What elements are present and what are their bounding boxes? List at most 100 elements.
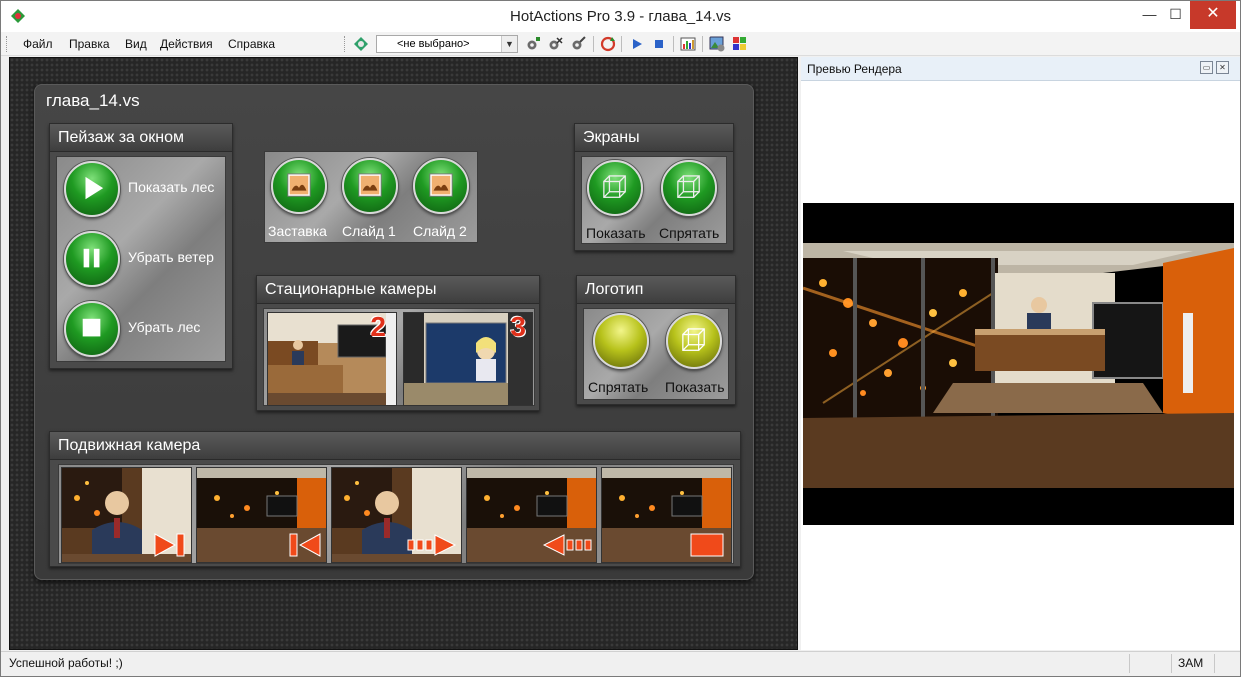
show-forest-label: Показать лес <box>128 179 215 195</box>
camera-number-badge: 2 <box>370 312 386 342</box>
scene-workspace: глава_14.vs Пейзаж за окном Показать лес… <box>9 57 798 650</box>
stop-icon <box>82 318 101 337</box>
show-screens-button[interactable] <box>587 160 643 216</box>
preview-title: Превью Рендера <box>807 62 902 76</box>
close-button[interactable]: ✕ <box>1190 1 1236 29</box>
minimize-button[interactable]: — <box>1135 1 1164 29</box>
status-message: Успешной работы! ;) <box>9 656 123 670</box>
window-title: HotActions Pro 3.9 - глава_14.vs <box>510 8 731 25</box>
status-divider <box>1129 654 1130 673</box>
studio-render <box>803 203 1234 525</box>
move-forward-icon <box>407 534 457 556</box>
splash-slide-label: Заставка <box>268 223 327 239</box>
group-header: Подвижная камера <box>50 432 740 460</box>
stop-icon[interactable] <box>651 36 667 52</box>
title-bar: HotActions Pro 3.9 - глава_14.vs — ☐ ✕ <box>1 1 1240 32</box>
image-icon <box>287 173 311 197</box>
status-caps-indicator: ЗАМ <box>1178 656 1204 670</box>
remove-forest-button[interactable] <box>64 301 120 357</box>
group-title: Логотип <box>585 281 644 298</box>
menu-toolbar-strip: Файл Правка Вид Действия Справка <не выб… <box>1 32 1240 56</box>
play-forward-icon <box>154 533 185 557</box>
splash-slide-button[interactable] <box>271 158 327 214</box>
toolbar-separator <box>673 36 674 52</box>
chart-icon[interactable] <box>680 36 696 52</box>
play-icon <box>85 176 104 200</box>
document-title: глава_14.vs <box>46 91 140 110</box>
camera-2-button[interactable]: 2 <box>267 312 397 406</box>
toolbar-separator <box>621 36 622 52</box>
group-header: Экраны <box>575 124 733 152</box>
status-bar: Успешной работы! ;) ЗАМ <box>1 651 1240 676</box>
image-icon <box>429 173 453 197</box>
skip-back-icon <box>289 533 321 557</box>
refresh-icon[interactable] <box>600 36 616 52</box>
scene-select[interactable]: <не выбрано> ▼ <box>376 35 518 53</box>
camera-number-badge: 3 <box>510 312 526 342</box>
restore-icon[interactable]: ▭ <box>1200 61 1213 74</box>
document-panel: глава_14.vs Пейзаж за окном Показать лес… <box>34 84 754 580</box>
camera-3-button[interactable]: 3 <box>403 312 533 406</box>
slide-2-button[interactable] <box>413 158 469 214</box>
camera-shot-4-button[interactable] <box>466 467 597 563</box>
group-title: Стационарные камеры <box>265 281 437 298</box>
slide-1-button[interactable] <box>342 158 398 214</box>
group-title: Подвижная камера <box>58 437 201 454</box>
remove-wind-label: Убрать ветер <box>128 249 214 265</box>
render-preview-image <box>803 203 1234 525</box>
render-preview-pane: Превью Рендера ▭ ✕ <box>801 57 1240 650</box>
status-divider <box>1214 654 1215 673</box>
menu-edit[interactable]: Правка <box>69 37 110 51</box>
camera-shot-5-button[interactable] <box>601 467 732 563</box>
hide-logo-button[interactable] <box>593 313 649 369</box>
group-slides: Заставка Слайд 1 Слайд 2 <box>264 151 478 243</box>
move-back-icon <box>542 534 592 556</box>
menu-grip[interactable] <box>6 36 9 52</box>
stop-icon <box>690 533 724 557</box>
menu-file[interactable]: Файл <box>23 37 53 51</box>
cube-icon <box>603 175 626 198</box>
show-logo-button[interactable] <box>666 313 722 369</box>
hide-logo-label: Спрятать <box>588 379 649 395</box>
gear-add-icon[interactable] <box>525 36 541 52</box>
group-title: Экраны <box>583 129 640 146</box>
hide-screens-label: Спрятать <box>659 225 720 241</box>
close-icon[interactable]: ✕ <box>1216 61 1229 74</box>
group-body: Показать Спрятать <box>581 156 727 244</box>
group-moving-camera: Подвижная камера <box>49 431 741 567</box>
camera-shot-1-button[interactable] <box>61 467 192 563</box>
image-settings-icon[interactable] <box>709 36 725 52</box>
status-divider <box>1171 654 1172 673</box>
palette-icon[interactable] <box>732 36 748 52</box>
group-body: Спрятать Показать <box>583 308 729 400</box>
cube-icon <box>682 328 705 351</box>
menu-help[interactable]: Справка <box>228 37 275 51</box>
remove-wind-button[interactable] <box>64 231 120 287</box>
menu-actions[interactable]: Действия <box>160 37 213 51</box>
cube-icon <box>677 175 700 198</box>
gear-edit-icon[interactable] <box>570 36 586 52</box>
camera-shot-2-button[interactable] <box>196 467 327 563</box>
scene-select-value: <не выбрано> <box>397 38 470 50</box>
group-header: Логотип <box>577 276 735 304</box>
toolbar-grip[interactable] <box>344 36 347 52</box>
preview-header: Превью Рендера ▭ ✕ <box>801 57 1240 81</box>
group-body <box>58 464 734 564</box>
hide-screens-button[interactable] <box>661 160 717 216</box>
show-screens-label: Показать <box>586 225 646 241</box>
group-logo: Логотип Спрятать Показать <box>576 275 736 405</box>
group-static-cameras: Стационарные камеры 2 3 <box>256 275 540 411</box>
camera-shot-3-button[interactable] <box>331 467 462 563</box>
show-forest-button[interactable] <box>64 161 120 217</box>
group-screens: Экраны Показать Спрятать <box>574 123 734 251</box>
image-icon <box>358 173 382 197</box>
toolbar-separator <box>702 36 703 52</box>
menu-view[interactable]: Вид <box>125 37 147 51</box>
group-header: Пейзаж за окном <box>50 124 232 152</box>
play-icon[interactable] <box>629 36 645 52</box>
maximize-button[interactable]: ☐ <box>1161 1 1190 29</box>
gear-remove-icon[interactable] <box>547 36 563 52</box>
group-body: 2 3 <box>263 308 535 406</box>
scene-icon[interactable] <box>353 36 369 52</box>
chevron-down-icon[interactable]: ▼ <box>501 36 517 52</box>
